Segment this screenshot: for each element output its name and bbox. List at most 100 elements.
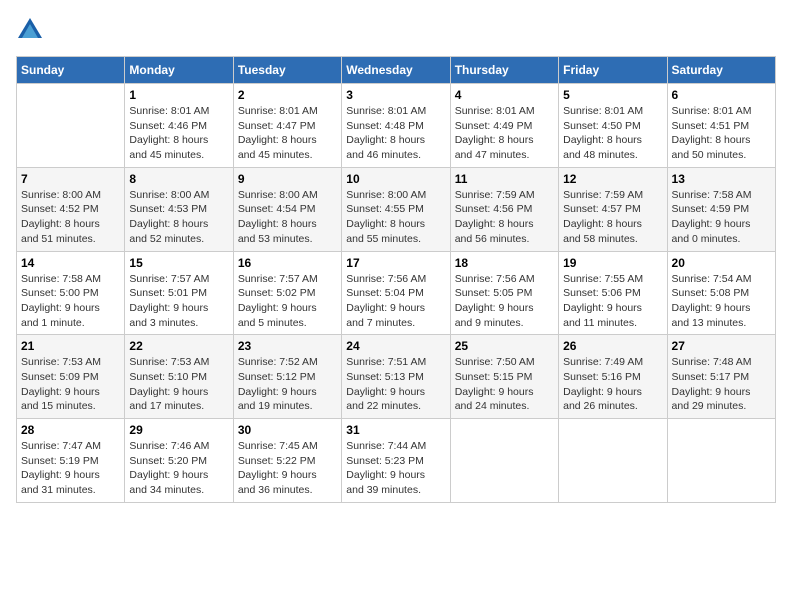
week-row-4: 21 Sunrise: 7:53 AMSunset: 5:09 PMDayligh… bbox=[17, 335, 776, 419]
calendar-cell: 26 Sunrise: 7:49 AMSunset: 5:16 PMDayligh… bbox=[559, 335, 667, 419]
day-number: 31 bbox=[346, 423, 445, 437]
weekday-header-wednesday: Wednesday bbox=[342, 57, 450, 84]
day-number: 28 bbox=[21, 423, 120, 437]
calendar-cell: 23Sunrise: 7:52 AMSunset: 5:12 PMDayligh… bbox=[233, 335, 341, 419]
day-number: 9 bbox=[238, 172, 337, 186]
day-number: 3 bbox=[346, 88, 445, 102]
day-info: Sunrise: 8:01 AMSunset: 4:49 PMDaylight:… bbox=[455, 104, 554, 163]
day-info: Sunrise: 8:01 AMSunset: 4:51 PMDaylight:… bbox=[672, 104, 771, 163]
day-number: 17 bbox=[346, 256, 445, 270]
calendar-cell: 13Sunrise: 7:58 AMSunset: 4:59 PMDayligh… bbox=[667, 167, 775, 251]
calendar-cell: 20 Sunrise: 7:54 AMSunset: 5:08 PMDayligh… bbox=[667, 251, 775, 335]
day-number: 13 bbox=[672, 172, 771, 186]
weekday-header-monday: Monday bbox=[125, 57, 233, 84]
day-info: Sunrise: 7:53 AMSunset: 5:10 PMDaylight:… bbox=[129, 355, 228, 414]
day-number: 21 bbox=[21, 339, 120, 353]
calendar-cell: 18Sunrise: 7:56 AMSunset: 5:05 PMDayligh… bbox=[450, 251, 558, 335]
weekday-header-tuesday: Tuesday bbox=[233, 57, 341, 84]
day-number: 4 bbox=[455, 88, 554, 102]
day-info: Sunrise: 8:01 AMSunset: 4:46 PMDaylight:… bbox=[129, 104, 228, 163]
day-info: Sunrise: 8:00 AMSunset: 4:54 PMDaylight:… bbox=[238, 188, 337, 247]
calendar-cell: 14 Sunrise: 7:58 AMSunset: 5:00 PMDayligh… bbox=[17, 251, 125, 335]
calendar-cell bbox=[17, 84, 125, 168]
day-info: Sunrise: 7:54 AMSunset: 5:08 PMDaylight:… bbox=[672, 272, 771, 331]
weekday-header-saturday: Saturday bbox=[667, 57, 775, 84]
day-info: Sunrise: 7:57 AMSunset: 5:01 PMDaylight:… bbox=[129, 272, 228, 331]
day-info: Sunrise: 7:56 AMSunset: 5:04 PMDaylight:… bbox=[346, 272, 445, 331]
day-number: 29 bbox=[129, 423, 228, 437]
day-info: Sunrise: 7:53 AMSunset: 5:09 PMDaylight:… bbox=[21, 355, 120, 414]
page-header bbox=[16, 16, 776, 44]
day-info: Sunrise: 7:52 AMSunset: 5:12 PMDaylight:… bbox=[238, 355, 337, 414]
calendar-cell: 27 Sunrise: 7:48 AMSunset: 5:17 PMDayligh… bbox=[667, 335, 775, 419]
day-number: 5 bbox=[563, 88, 662, 102]
day-number: 25 bbox=[455, 339, 554, 353]
day-info: Sunrise: 8:01 AMSunset: 4:47 PMDaylight:… bbox=[238, 104, 337, 163]
calendar-cell: 17 Sunrise: 7:56 AMSunset: 5:04 PMDayligh… bbox=[342, 251, 450, 335]
weekday-header-thursday: Thursday bbox=[450, 57, 558, 84]
weekday-header-row: SundayMondayTuesdayWednesdayThursdayFrid… bbox=[17, 57, 776, 84]
week-row-5: 28 Sunrise: 7:47 AMSunset: 5:19 PMDayligh… bbox=[17, 419, 776, 503]
day-number: 20 bbox=[672, 256, 771, 270]
day-info: Sunrise: 7:50 AMSunset: 5:15 PMDaylight:… bbox=[455, 355, 554, 414]
calendar-cell: 5 Sunrise: 8:01 AMSunset: 4:50 PMDaylight… bbox=[559, 84, 667, 168]
week-row-1: 1 Sunrise: 8:01 AMSunset: 4:46 PMDaylight… bbox=[17, 84, 776, 168]
day-number: 6 bbox=[672, 88, 771, 102]
day-info: Sunrise: 8:00 AMSunset: 4:55 PMDaylight:… bbox=[346, 188, 445, 247]
day-info: Sunrise: 7:59 AMSunset: 4:57 PMDaylight:… bbox=[563, 188, 662, 247]
calendar-cell bbox=[559, 419, 667, 503]
calendar-cell: 9 Sunrise: 8:00 AMSunset: 4:54 PMDaylight… bbox=[233, 167, 341, 251]
calendar-cell: 1 Sunrise: 8:01 AMSunset: 4:46 PMDaylight… bbox=[125, 84, 233, 168]
calendar-cell: 28 Sunrise: 7:47 AMSunset: 5:19 PMDayligh… bbox=[17, 419, 125, 503]
calendar-cell: 2Sunrise: 8:01 AMSunset: 4:47 PMDaylight… bbox=[233, 84, 341, 168]
weekday-header-sunday: Sunday bbox=[17, 57, 125, 84]
calendar-table: SundayMondayTuesdayWednesdayThursdayFrid… bbox=[16, 56, 776, 503]
day-number: 18 bbox=[455, 256, 554, 270]
logo bbox=[16, 16, 48, 44]
day-number: 8 bbox=[129, 172, 228, 186]
day-number: 24 bbox=[346, 339, 445, 353]
calendar-cell: 25 Sunrise: 7:50 AMSunset: 5:15 PMDayligh… bbox=[450, 335, 558, 419]
calendar-cell: 11Sunrise: 7:59 AMSunset: 4:56 PMDayligh… bbox=[450, 167, 558, 251]
day-number: 14 bbox=[21, 256, 120, 270]
day-number: 7 bbox=[21, 172, 120, 186]
calendar-cell: 4 Sunrise: 8:01 AMSunset: 4:49 PMDaylight… bbox=[450, 84, 558, 168]
calendar-cell: 3 Sunrise: 8:01 AMSunset: 4:48 PMDaylight… bbox=[342, 84, 450, 168]
day-number: 12 bbox=[563, 172, 662, 186]
calendar-cell: 10 Sunrise: 8:00 AMSunset: 4:55 PMDayligh… bbox=[342, 167, 450, 251]
day-info: Sunrise: 7:47 AMSunset: 5:19 PMDaylight:… bbox=[21, 439, 120, 498]
day-info: Sunrise: 8:01 AMSunset: 4:48 PMDaylight:… bbox=[346, 104, 445, 163]
week-row-3: 14 Sunrise: 7:58 AMSunset: 5:00 PMDayligh… bbox=[17, 251, 776, 335]
calendar-cell: 15Sunrise: 7:57 AMSunset: 5:01 PMDayligh… bbox=[125, 251, 233, 335]
calendar-cell: 24 Sunrise: 7:51 AMSunset: 5:13 PMDayligh… bbox=[342, 335, 450, 419]
day-info: Sunrise: 7:48 AMSunset: 5:17 PMDaylight:… bbox=[672, 355, 771, 414]
day-info: Sunrise: 8:01 AMSunset: 4:50 PMDaylight:… bbox=[563, 104, 662, 163]
day-number: 1 bbox=[129, 88, 228, 102]
day-number: 22 bbox=[129, 339, 228, 353]
day-info: Sunrise: 8:00 AMSunset: 4:53 PMDaylight:… bbox=[129, 188, 228, 247]
day-number: 30 bbox=[238, 423, 337, 437]
calendar-cell: 16Sunrise: 7:57 AMSunset: 5:02 PMDayligh… bbox=[233, 251, 341, 335]
calendar-cell: 21 Sunrise: 7:53 AMSunset: 5:09 PMDayligh… bbox=[17, 335, 125, 419]
day-number: 10 bbox=[346, 172, 445, 186]
calendar-cell: 8 Sunrise: 8:00 AMSunset: 4:53 PMDaylight… bbox=[125, 167, 233, 251]
day-info: Sunrise: 7:45 AMSunset: 5:22 PMDaylight:… bbox=[238, 439, 337, 498]
day-info: Sunrise: 7:51 AMSunset: 5:13 PMDaylight:… bbox=[346, 355, 445, 414]
calendar-cell: 12 Sunrise: 7:59 AMSunset: 4:57 PMDayligh… bbox=[559, 167, 667, 251]
calendar-cell: 22 Sunrise: 7:53 AMSunset: 5:10 PMDayligh… bbox=[125, 335, 233, 419]
day-info: Sunrise: 8:00 AMSunset: 4:52 PMDaylight:… bbox=[21, 188, 120, 247]
calendar-cell bbox=[667, 419, 775, 503]
calendar-cell: 6 Sunrise: 8:01 AMSunset: 4:51 PMDaylight… bbox=[667, 84, 775, 168]
day-info: Sunrise: 7:58 AMSunset: 5:00 PMDaylight:… bbox=[21, 272, 120, 331]
day-number: 19 bbox=[563, 256, 662, 270]
day-number: 27 bbox=[672, 339, 771, 353]
day-number: 11 bbox=[455, 172, 554, 186]
day-info: Sunrise: 7:55 AMSunset: 5:06 PMDaylight:… bbox=[563, 272, 662, 331]
day-number: 16 bbox=[238, 256, 337, 270]
day-info: Sunrise: 7:49 AMSunset: 5:16 PMDaylight:… bbox=[563, 355, 662, 414]
weekday-header-friday: Friday bbox=[559, 57, 667, 84]
calendar-cell: 29Sunrise: 7:46 AMSunset: 5:20 PMDayligh… bbox=[125, 419, 233, 503]
day-number: 26 bbox=[563, 339, 662, 353]
week-row-2: 7 Sunrise: 8:00 AMSunset: 4:52 PMDaylight… bbox=[17, 167, 776, 251]
calendar-cell: 30 Sunrise: 7:45 AMSunset: 5:22 PMDayligh… bbox=[233, 419, 341, 503]
